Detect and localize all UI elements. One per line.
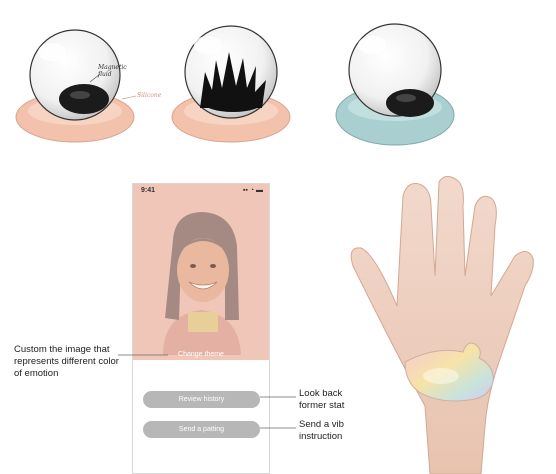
globe-1 [15, 29, 135, 143]
status-icons: ▪▪ ◔ ▬ [242, 187, 263, 194]
fluid-annotation-line1: Magnetic [98, 64, 127, 71]
emotion-photo[interactable] [133, 200, 269, 360]
globe-sketches [15, 23, 455, 146]
custom-note-line1: Custom the image that [14, 344, 110, 355]
hand [350, 176, 534, 474]
status-bar: 9:41 ▪▪ ◔ ▬ [133, 184, 269, 200]
phone-mockup: 9:41 ▪▪ ◔ ▬ Change theme Review history … [132, 183, 270, 474]
status-time: 9:41 [141, 187, 156, 194]
fluid-annotation-line2: fluid [98, 71, 112, 78]
silicone-annotation: Silicone [137, 92, 162, 99]
custom-note-line3: of emotion [14, 368, 59, 379]
send-patting-button[interactable]: Send a patting [143, 421, 260, 438]
wrist-bracelet-illustration [350, 176, 534, 474]
custom-image-note: Custom the image that represents differe… [14, 344, 119, 380]
custom-note-line2: represents different color [14, 356, 119, 367]
fluid-annotation: Magnetic fluid [98, 64, 127, 78]
globe-2 [171, 25, 291, 143]
change-theme-label[interactable]: Change theme [133, 351, 269, 358]
globe-3 [335, 23, 455, 146]
review-history-button[interactable]: Review history [143, 391, 260, 408]
